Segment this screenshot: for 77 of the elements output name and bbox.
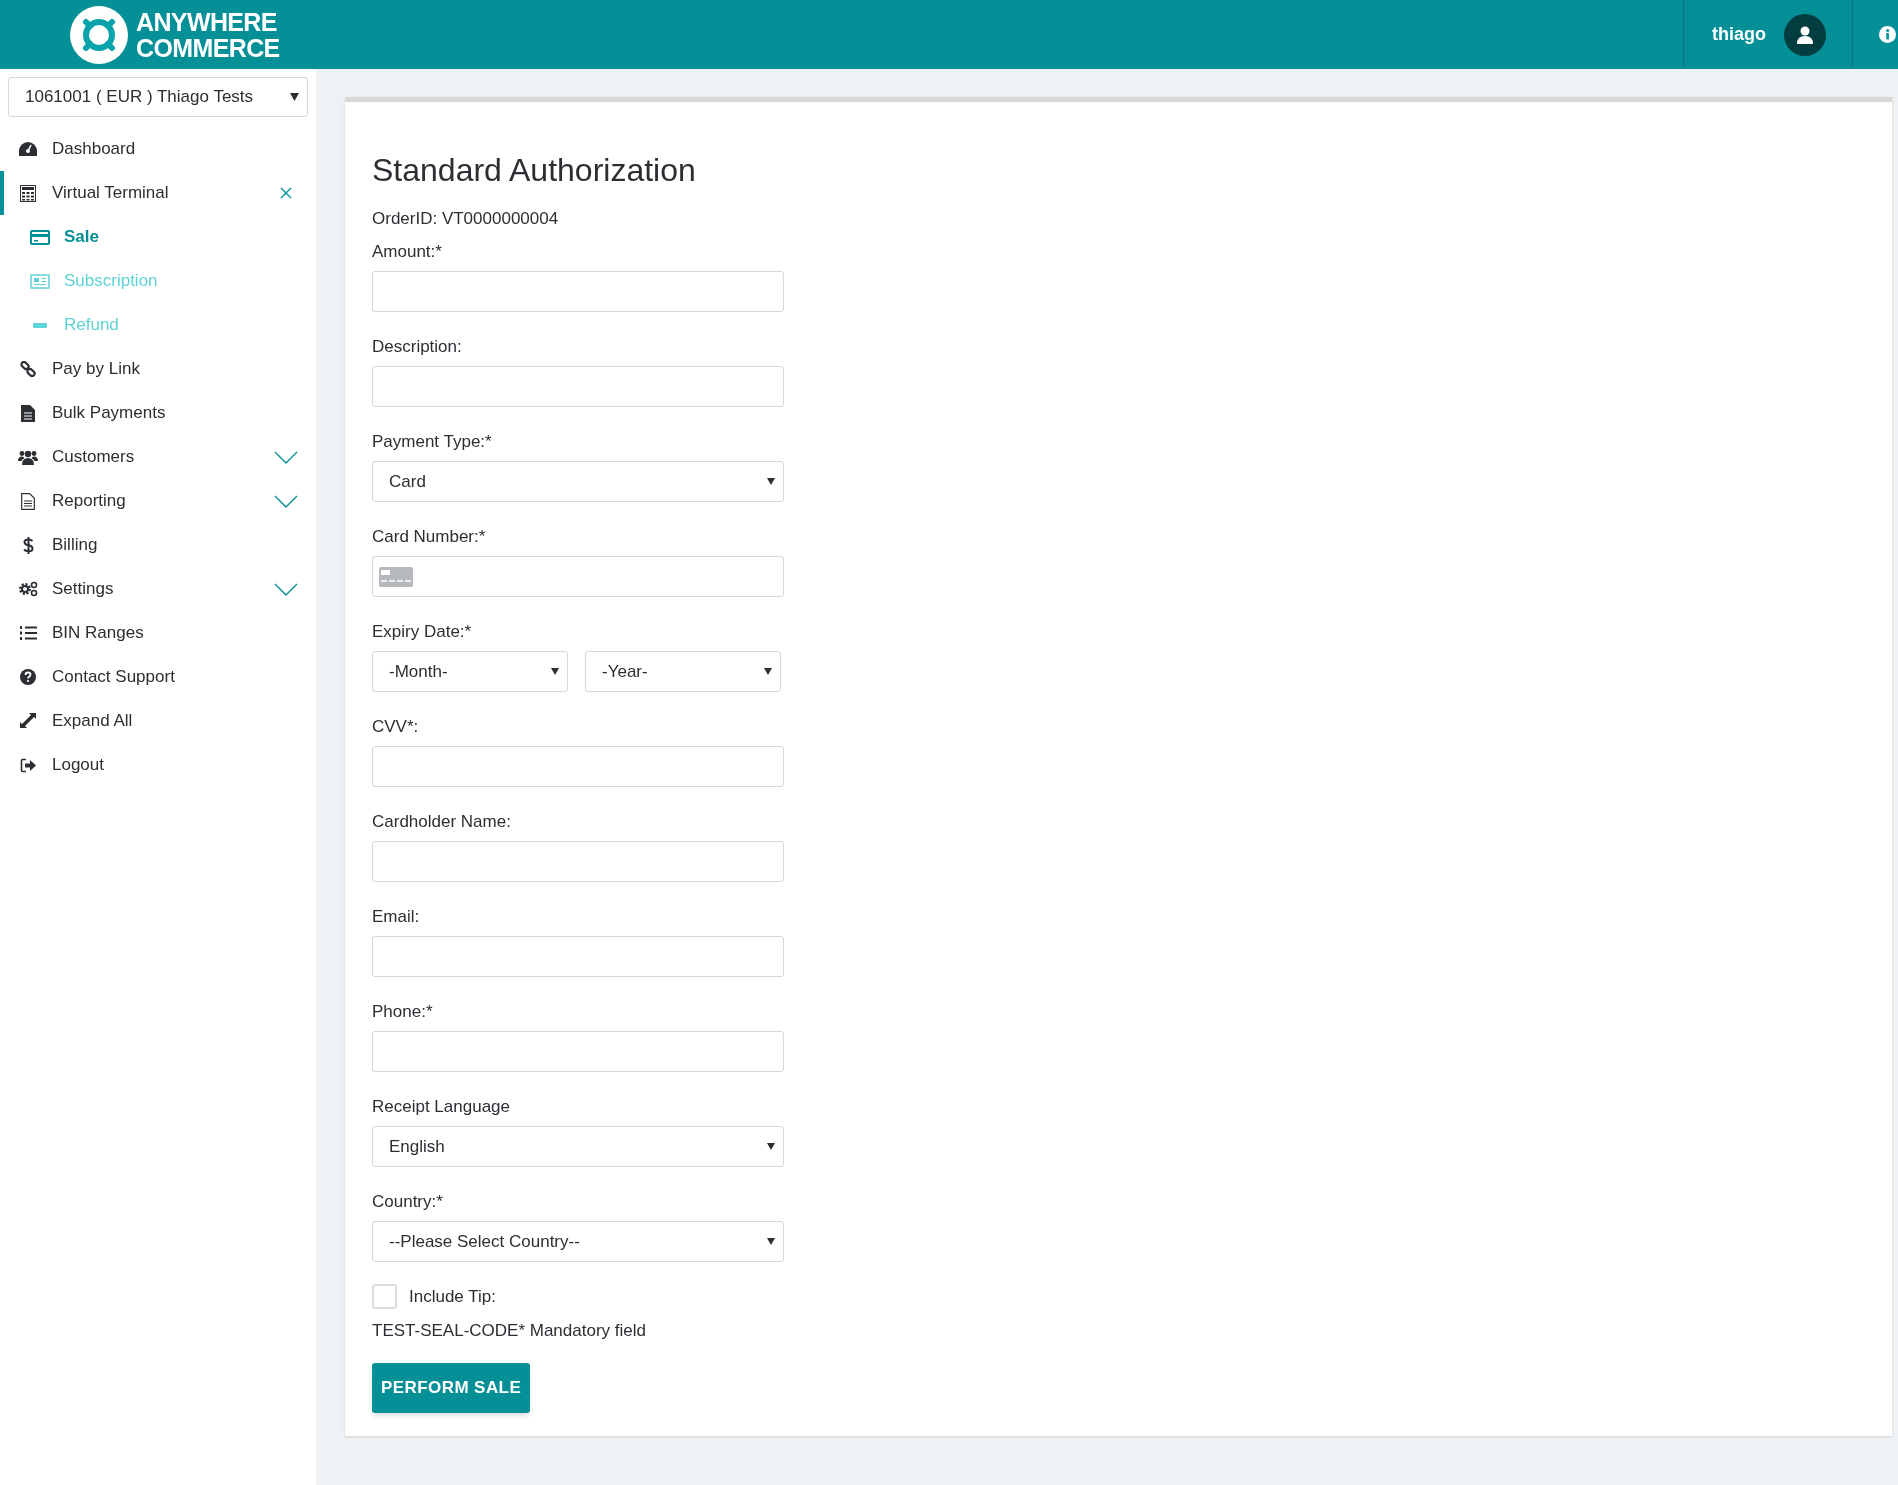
caret-icon: [290, 93, 299, 101]
nav-item[interactable]: Dashboard: [0, 127, 316, 171]
expand-icon: [20, 713, 36, 729]
input-field[interactable]: [372, 1031, 784, 1072]
logo-text: COMMERCE: [136, 34, 280, 61]
account-name: 1061001 ( EUR ) Thiago Tests: [25, 86, 254, 109]
minus-icon: [33, 322, 47, 328]
avatar[interactable]: [1784, 13, 1826, 56]
input-field[interactable]: [372, 746, 784, 787]
field-label: Payment Type:*: [372, 431, 493, 453]
field-label: Cardholder Name:: [372, 811, 512, 833]
dashboard-icon: [19, 142, 37, 156]
caret-icon: [767, 478, 775, 485]
nav-item[interactable]: Expand All: [0, 699, 316, 743]
account-select[interactable]: 1061001 ( EUR ) Thiago Tests: [8, 77, 308, 117]
card-number-field[interactable]: [372, 556, 784, 597]
close-icon[interactable]: [280, 187, 292, 199]
field-label: Expiry Date:*: [372, 621, 473, 643]
nav-item[interactable]: BIN Ranges: [0, 611, 316, 655]
nav-item[interactable]: Logout: [0, 743, 316, 787]
gears-icon: [18, 581, 38, 597]
nav-item[interactable]: Settings: [0, 567, 316, 611]
field-label: CVV*:: [372, 716, 420, 738]
tip-label: Include Tip:: [409, 1286, 496, 1308]
help-icon: [20, 669, 36, 685]
field-label: Card Number:*: [372, 526, 487, 548]
link-icon: [20, 361, 36, 377]
caret-icon: [551, 668, 559, 675]
calculator-icon: [20, 184, 36, 202]
logo-icon: [70, 5, 128, 64]
field-label: Country:*: [372, 1191, 444, 1213]
info-icon[interactable]: [1879, 26, 1896, 43]
input-field[interactable]: [372, 271, 784, 312]
field-label: Email:: [372, 906, 421, 928]
field-label: Receipt Language: [372, 1096, 511, 1118]
logout-icon: [20, 757, 36, 773]
input-field[interactable]: [372, 841, 784, 882]
nav-item[interactable]: Billing: [0, 523, 316, 567]
select-field[interactable]: -Year-: [585, 651, 781, 692]
field-label: Description:: [372, 336, 463, 358]
chevron-down-icon[interactable]: [274, 582, 298, 596]
select-field[interactable]: -Month-: [372, 651, 568, 692]
nav-item[interactable]: Customers: [0, 435, 316, 479]
nav-item[interactable]: Pay by Link: [0, 347, 316, 391]
card-icon: [30, 229, 50, 245]
tip-checkbox[interactable]: [372, 1284, 397, 1310]
logo-text: ANYWHERE: [136, 8, 278, 35]
numbered-list-icon: [19, 626, 37, 640]
chevron-down-icon[interactable]: [274, 450, 298, 464]
input-field[interactable]: [372, 366, 784, 407]
select-field[interactable]: Card: [372, 461, 784, 502]
field-label: Amount:*: [372, 241, 443, 263]
perform-sale-button[interactable]: PERFORM SALE: [372, 1362, 531, 1413]
caret-icon: [767, 1238, 775, 1245]
document-icon: [21, 492, 35, 510]
nav-item[interactable]: Bulk Payments: [0, 391, 316, 435]
nav-item[interactable]: Virtual Terminal: [0, 171, 316, 215]
newspaper-icon: [30, 273, 50, 289]
caret-icon: [764, 668, 772, 675]
order-id: OrderID: VT0000000004: [372, 208, 560, 230]
dollar-icon: [22, 536, 34, 554]
caret-icon: [767, 1143, 775, 1150]
select-field[interactable]: English: [372, 1126, 784, 1167]
card-icon: [379, 566, 413, 587]
input-field[interactable]: [372, 936, 784, 977]
user-name[interactable]: thiago: [1712, 21, 1766, 48]
nav-item[interactable]: Contact Support: [0, 655, 316, 699]
select-field[interactable]: --Please Select Country--: [372, 1221, 784, 1262]
mandatory-note: TEST-SEAL-CODE* Mandatory field: [372, 1319, 647, 1342]
chevron-down-icon[interactable]: [274, 494, 298, 508]
field-label: Phone:*: [372, 1001, 434, 1023]
users-icon: [18, 449, 38, 465]
file-icon: [21, 404, 35, 422]
page-title: Standard Authorization: [372, 151, 697, 190]
nav-subitem[interactable]: Sale: [0, 215, 316, 259]
nav-item[interactable]: Reporting: [0, 479, 316, 523]
user-icon: [1797, 25, 1813, 44]
